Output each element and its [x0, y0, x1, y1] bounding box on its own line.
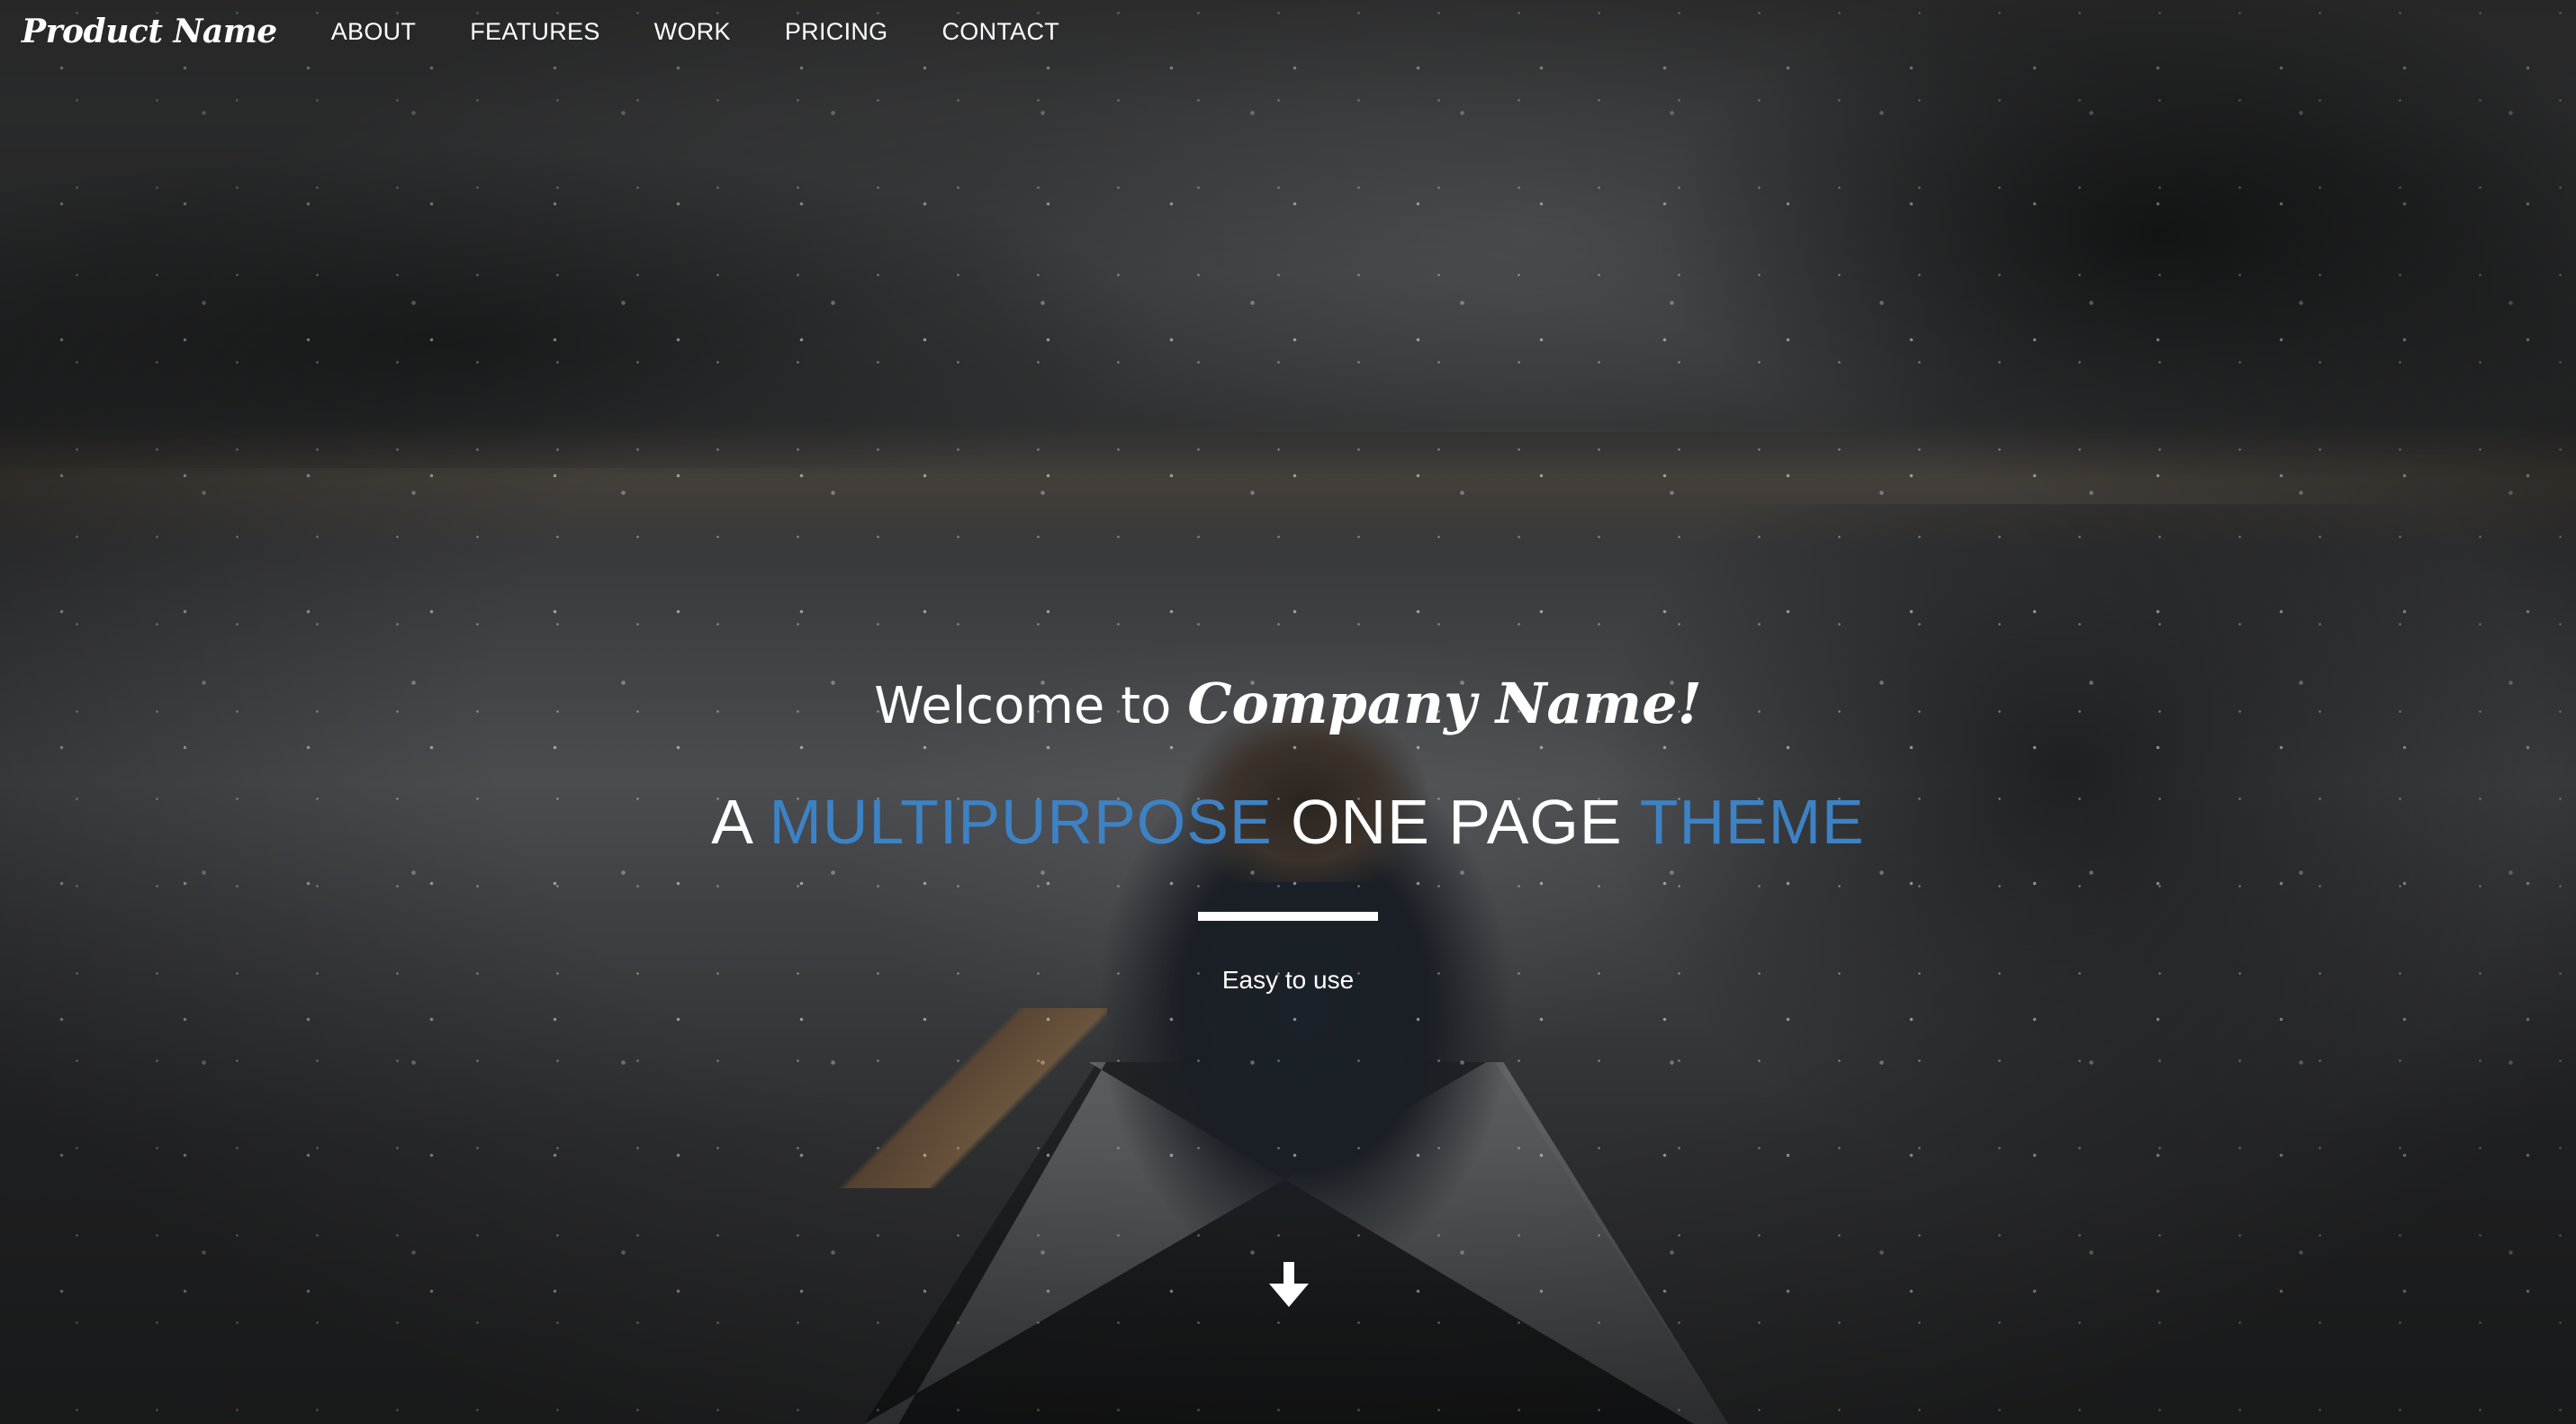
tagline-word-theme: THEME — [1639, 787, 1865, 857]
hero-section: Product Name ABOUT FEATURES WORK PRICING… — [0, 0, 2576, 1424]
tagline-word-a: A — [711, 787, 752, 857]
company-name: Company Name! — [1187, 671, 1702, 736]
hero-content: Welcome to Company Name! A MULTIPURPOSE … — [0, 666, 2576, 995]
subtitle: Easy to use — [1221, 966, 1355, 994]
tagline-word-multipurpose: MULTIPURPOSE — [769, 787, 1273, 857]
background-canoe-rim — [864, 1062, 1728, 1424]
nav-link-pricing[interactable]: PRICING — [785, 18, 888, 46]
welcome-prefix: Welcome to — [874, 677, 1172, 735]
nav-link-features[interactable]: FEATURES — [470, 18, 599, 46]
background-treeline-left — [0, 72, 1485, 468]
brand-logo[interactable]: Product Name — [22, 13, 277, 50]
background-shore — [0, 423, 2576, 549]
background-canoe — [864, 1062, 1728, 1424]
arrow-down-icon[interactable] — [1269, 1262, 1309, 1309]
tagline: A MULTIPURPOSE ONE PAGE THEME — [0, 786, 2576, 858]
background-sky — [0, 0, 2576, 432]
welcome-heading: Welcome to Company Name! — [0, 666, 2576, 744]
background-paddle — [837, 1008, 1107, 1188]
background-treeline-right — [1440, 0, 2576, 504]
nav-links: ABOUT FEATURES WORK PRICING CONTACT — [304, 18, 1086, 46]
nav-link-contact[interactable]: CONTACT — [941, 18, 1059, 46]
tagline-word-one-page: ONE PAGE — [1291, 787, 1623, 857]
navbar: Product Name ABOUT FEATURES WORK PRICING… — [0, 0, 2576, 63]
nav-link-about[interactable]: ABOUT — [331, 18, 417, 46]
divider — [1198, 912, 1378, 921]
nav-link-work[interactable]: WORK — [654, 18, 731, 46]
